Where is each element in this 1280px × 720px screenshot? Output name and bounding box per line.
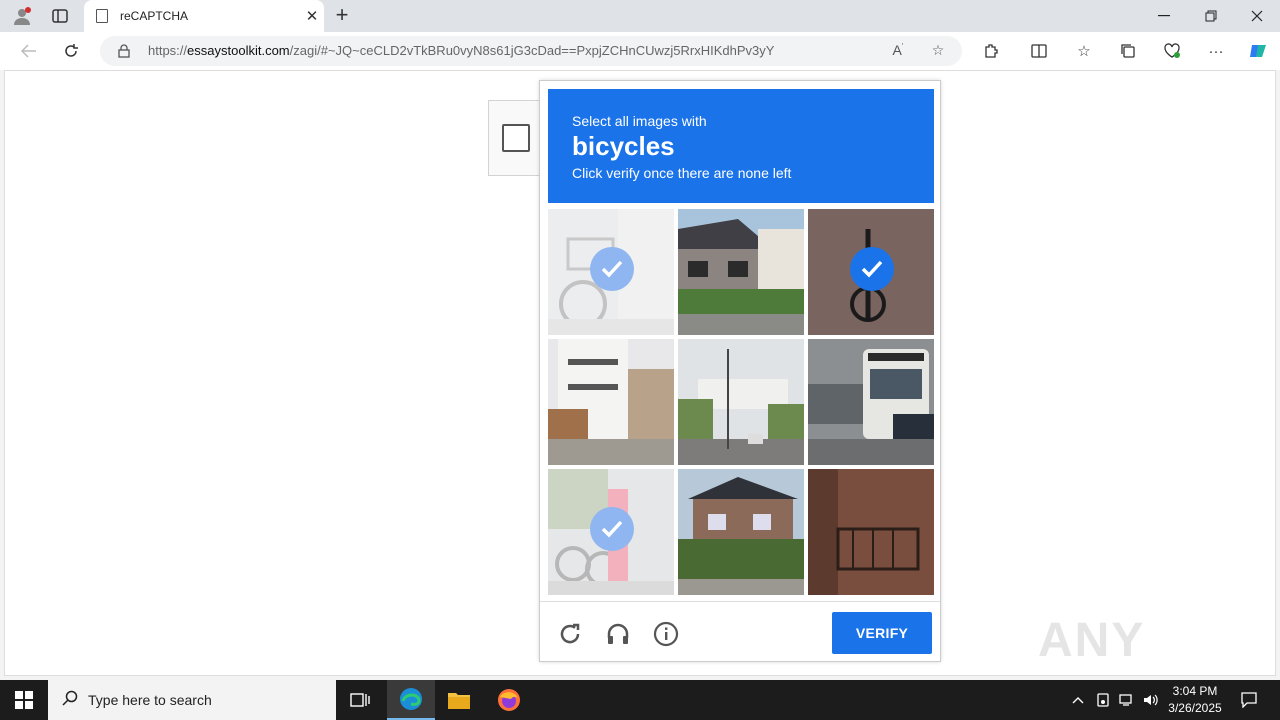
profile-icon[interactable]	[8, 4, 36, 28]
restore-icon[interactable]	[1188, 0, 1234, 32]
url-text: https://essaystoolkit.com/zagi/#~JQ~ceCL…	[148, 43, 775, 58]
captcha-tile-5[interactable]	[678, 339, 804, 465]
prompt-instruction: Click verify once there are none left	[572, 165, 792, 181]
tab-actions-icon[interactable]	[46, 4, 74, 28]
back-icon[interactable]	[14, 37, 44, 65]
captcha-challenge: Select all images with bicycles Click ve…	[539, 80, 941, 662]
favorites-icon[interactable]: ☆	[1070, 38, 1098, 64]
selected-check-icon	[850, 247, 894, 291]
captcha-tile-4[interactable]	[548, 339, 674, 465]
prompt-target: bicycles	[572, 131, 675, 161]
page-icon	[96, 9, 108, 23]
selected-check-icon	[590, 507, 634, 551]
taskbar-search[interactable]: Type here to search	[48, 680, 336, 720]
captcha-header: Select all images with bicycles Click ve…	[548, 89, 934, 203]
tray-device-icon[interactable]	[1092, 680, 1114, 720]
clock-date: 3/26/2025	[1168, 701, 1222, 715]
minimize-icon[interactable]	[1141, 0, 1187, 32]
more-menu-icon[interactable]: ···	[1202, 38, 1230, 64]
refresh-icon[interactable]	[56, 37, 86, 65]
info-icon[interactable]	[652, 620, 680, 648]
address-bar[interactable]: https://essaystoolkit.com/zagi/#~JQ~ceCL…	[100, 36, 962, 66]
extensions-icon[interactable]	[977, 38, 1005, 64]
task-view-icon[interactable]	[336, 680, 384, 720]
audio-headphones-icon[interactable]	[604, 620, 632, 648]
tab-recaptcha[interactable]: reCAPTCHA ✕	[84, 0, 324, 32]
edge-taskbar-icon[interactable]	[387, 680, 435, 720]
tile-image	[678, 209, 804, 335]
tab-strip: reCAPTCHA ✕ +	[0, 0, 1280, 32]
close-tab-icon[interactable]: ✕	[300, 7, 324, 25]
tile-image	[548, 339, 674, 465]
read-aloud-icon[interactable]: Aʼ	[888, 42, 908, 60]
show-hidden-icons-chevron-icon[interactable]	[1068, 680, 1088, 720]
notification-icon[interactable]	[1234, 680, 1264, 720]
volume-icon[interactable]	[1140, 680, 1162, 720]
captcha-tile-9[interactable]	[808, 469, 934, 595]
captcha-tile-1[interactable]	[548, 209, 674, 335]
captcha-tile-2[interactable]	[678, 209, 804, 335]
captcha-tile-7[interactable]	[548, 469, 674, 595]
tile-image	[808, 469, 934, 595]
captcha-tile-3[interactable]	[808, 209, 934, 335]
captcha-tile-6[interactable]	[808, 339, 934, 465]
clock-time: 3:04 PM	[1172, 684, 1218, 698]
new-tab-button[interactable]: +	[330, 3, 354, 29]
selected-check-icon	[590, 247, 634, 291]
firefox-icon[interactable]	[485, 680, 533, 720]
recaptcha-checkbox[interactable]	[502, 124, 530, 152]
favorite-star-icon[interactable]: ☆	[928, 42, 948, 60]
search-placeholder: Type here to search	[88, 692, 212, 708]
tile-image	[808, 339, 934, 465]
captcha-tile-8[interactable]	[678, 469, 804, 595]
tab-title: reCAPTCHA	[120, 9, 189, 23]
browser-essentials-icon[interactable]	[1158, 38, 1186, 64]
file-explorer-icon[interactable]	[435, 680, 483, 720]
anyrun-watermark: ANY RUN	[1038, 613, 1146, 720]
collections-icon[interactable]	[1114, 38, 1142, 64]
search-icon	[62, 690, 78, 711]
lock-icon[interactable]	[118, 44, 130, 63]
close-window-icon[interactable]	[1234, 0, 1280, 32]
verify-button[interactable]: VERIFY	[832, 612, 932, 654]
taskbar: Type here to search 3:04 PM 3/26/2025	[0, 680, 1280, 720]
system-clock[interactable]: 3:04 PM 3/26/2025	[1160, 683, 1230, 717]
reload-icon[interactable]	[556, 620, 584, 648]
windows-start-icon[interactable]	[0, 680, 48, 720]
navigation-bar: https://essaystoolkit.com/zagi/#~JQ~ceCL…	[0, 32, 1280, 70]
tile-image	[678, 469, 804, 595]
tile-image	[678, 339, 804, 465]
captcha-footer: VERIFY	[540, 601, 940, 661]
captcha-grid	[548, 209, 934, 595]
copilot-icon[interactable]	[1244, 38, 1272, 64]
network-icon[interactable]	[1116, 680, 1138, 720]
split-screen-icon[interactable]	[1025, 38, 1053, 64]
prompt-line: Select all images with	[572, 113, 707, 129]
